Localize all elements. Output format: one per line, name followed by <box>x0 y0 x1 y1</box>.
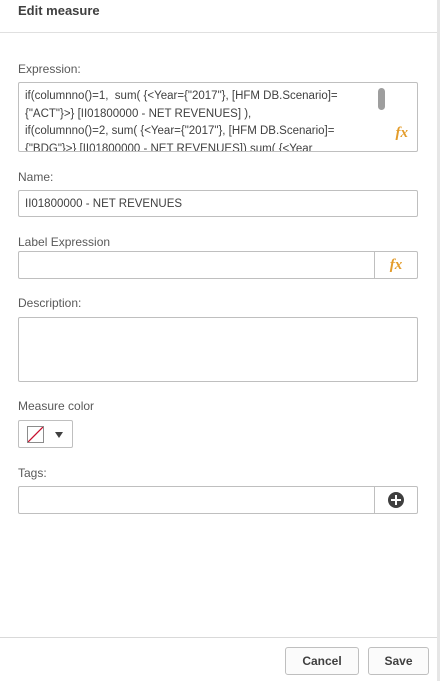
label-expression-input[interactable] <box>19 252 374 278</box>
label-expression-fx-button[interactable]: fx <box>374 252 417 278</box>
chevron-down-icon <box>55 432 63 438</box>
label-expression-field[interactable]: fx <box>18 251 418 279</box>
add-tag-button[interactable] <box>374 487 417 513</box>
expression-label: Expression: <box>18 62 81 76</box>
name-input[interactable] <box>19 191 417 216</box>
expression-text[interactable]: if(columnno()=1, sum( {<Year={"2017"}, [… <box>25 88 371 152</box>
expression-line: if(columnno()=2, sum( {<Year={"2017"}, [… <box>25 125 335 137</box>
tags-input[interactable] <box>19 487 374 513</box>
tags-field[interactable] <box>18 486 418 514</box>
expression-line: if(columnno()=1, sum( {<Year={"2017"}, [… <box>25 90 338 102</box>
name-label: Name: <box>18 170 54 184</box>
no-color-swatch-icon <box>27 426 44 443</box>
description-label: Description: <box>18 296 82 310</box>
dialog-header: Edit measure <box>0 0 437 33</box>
dialog-title: Edit measure <box>18 3 100 18</box>
expression-editor-fx-icon[interactable]: fx <box>396 125 409 142</box>
expression-line: {"BDG"}>} [II01800000 - NET REVENUES]) s… <box>25 142 313 152</box>
tags-label: Tags: <box>18 466 47 480</box>
measure-color-picker-button[interactable] <box>18 420 73 448</box>
name-field[interactable] <box>18 190 418 217</box>
label-expression-label: Label Expression <box>18 235 111 249</box>
save-button[interactable]: Save <box>368 647 429 675</box>
plus-circle-icon <box>388 492 404 508</box>
expression-line: {"ACT"}>} [II01800000 - NET REVENUES] ), <box>25 107 252 120</box>
measure-color-label: Measure color <box>18 399 95 413</box>
dialog-footer: Cancel Save <box>0 637 437 681</box>
cancel-button[interactable]: Cancel <box>285 647 359 675</box>
expression-field[interactable]: if(columnno()=1, sum( {<Year={"2017"}, [… <box>18 82 418 152</box>
edit-measure-dialog: Edit measure Expression: if(columnno()=1… <box>0 0 440 681</box>
fx-icon: fx <box>389 256 403 273</box>
expression-scrollbar[interactable] <box>378 88 385 110</box>
description-field[interactable] <box>18 317 418 382</box>
description-textarea[interactable] <box>19 318 417 381</box>
